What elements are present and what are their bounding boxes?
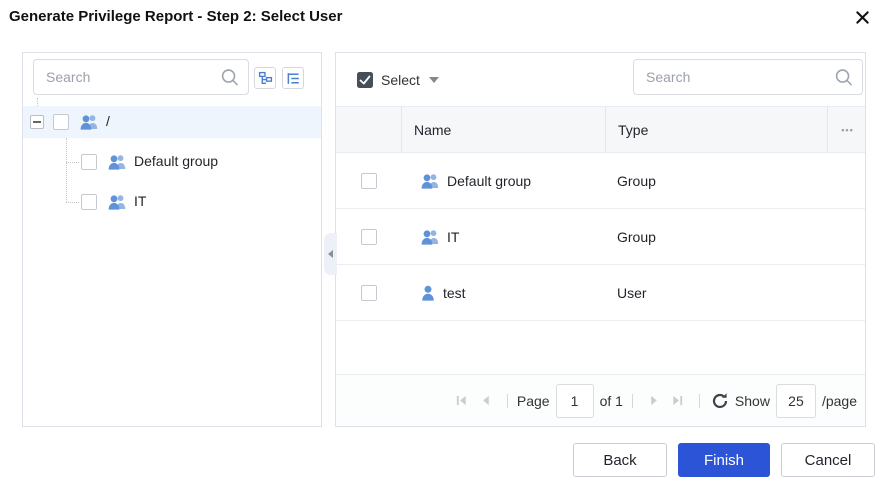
group-icon: [421, 229, 439, 245]
user-table-panel: Select Name Type ••• Default group: [335, 52, 866, 427]
tree-search-box: [33, 59, 249, 95]
dialog-title: Generate Privilege Report - Step 2: Sele…: [9, 8, 343, 25]
expand-tree-button[interactable]: [254, 67, 276, 89]
table-toolbar: Select: [336, 53, 865, 106]
row-checkbox[interactable]: [360, 228, 377, 245]
header-checkbox-cell: [336, 107, 401, 152]
table-search-input[interactable]: [634, 60, 862, 94]
tree-node-checkbox[interactable]: [53, 114, 69, 130]
cell-name: test: [443, 284, 466, 301]
next-page-button[interactable]: [647, 394, 661, 408]
cancel-button[interactable]: Cancel: [781, 443, 875, 477]
prev-page-button[interactable]: [479, 394, 493, 408]
column-settings-button[interactable]: •••: [827, 107, 867, 152]
tree-node-checkbox[interactable]: [81, 154, 97, 170]
page-label: Page: [516, 392, 550, 409]
chevron-down-icon: [428, 76, 439, 83]
user-icon: [422, 285, 434, 301]
page-number-input[interactable]: [555, 383, 594, 418]
close-button[interactable]: [851, 6, 873, 28]
table-row[interactable]: Default group Group: [336, 153, 865, 209]
tree-node-label: Default group: [134, 153, 219, 169]
table-row[interactable]: test User: [336, 265, 865, 321]
cell-name: Default group: [447, 172, 532, 189]
tree-search-input[interactable]: [34, 60, 248, 94]
select-dropdown-label: Select: [381, 71, 420, 88]
table-empty-area: [336, 321, 865, 374]
finish-button[interactable]: Finish: [678, 443, 770, 477]
generate-privilege-report-dialog: Generate Privilege Report - Step 2: Sele…: [0, 0, 887, 482]
cell-type: Group: [617, 172, 656, 189]
group-icon: [421, 173, 439, 189]
next-page-icon: [651, 395, 658, 406]
org-tree-panel: / Default group IT: [22, 52, 322, 427]
search-icon: [835, 69, 852, 86]
group-icon: [108, 195, 126, 210]
panel-splitter[interactable]: [324, 233, 337, 275]
table-header-row: Name Type •••: [336, 106, 865, 153]
select-checkbox-icon: [357, 71, 373, 88]
page-size-input[interactable]: [775, 383, 816, 418]
tree-node-it[interactable]: IT: [23, 186, 321, 218]
pagination-divider: [698, 393, 700, 408]
tree-node-label: IT: [134, 193, 147, 209]
row-checkbox[interactable]: [360, 284, 377, 301]
per-page-label: /page: [821, 392, 857, 409]
collapse-toggle-icon[interactable]: [30, 115, 44, 129]
dialog-footer: Back Finish Cancel: [573, 443, 875, 477]
tree-node-checkbox[interactable]: [81, 194, 97, 210]
collapse-tree-icon: [287, 72, 299, 84]
pagination-divider: [631, 393, 633, 408]
last-page-button[interactable]: [671, 394, 685, 408]
tree-node-root[interactable]: /: [23, 106, 321, 138]
group-icon: [108, 155, 126, 170]
tree-node-default-group[interactable]: Default group: [23, 146, 321, 178]
select-dropdown[interactable]: Select: [356, 53, 439, 106]
search-icon: [221, 69, 238, 86]
pagination-divider: [506, 393, 508, 408]
last-page-icon: [673, 395, 683, 406]
collapse-panel-icon: [328, 250, 333, 258]
group-icon: [80, 115, 98, 130]
page-total-label: of 1: [599, 392, 623, 409]
cell-type: Group: [617, 228, 656, 245]
column-header-type[interactable]: Type: [605, 107, 827, 152]
prev-page-icon: [483, 395, 490, 406]
collapse-tree-button[interactable]: [282, 67, 304, 89]
back-button[interactable]: Back: [573, 443, 667, 477]
first-page-icon: [457, 395, 467, 406]
cell-type: User: [617, 284, 647, 301]
first-page-button[interactable]: [455, 394, 469, 408]
close-icon: [855, 10, 869, 24]
cell-name: IT: [447, 228, 460, 245]
pagination-bar: Page of 1 Show /page: [336, 374, 865, 426]
tree-node-label: /: [106, 113, 110, 129]
expand-tree-icon: [258, 71, 272, 84]
more-icon: •••: [841, 124, 854, 135]
table-row[interactable]: IT Group: [336, 209, 865, 265]
show-label: Show: [734, 392, 770, 409]
row-checkbox[interactable]: [360, 172, 377, 189]
column-header-name[interactable]: Name: [401, 107, 605, 152]
tree-connector: [37, 98, 38, 106]
table-search-box: [633, 59, 863, 95]
refresh-button[interactable]: [711, 392, 729, 410]
